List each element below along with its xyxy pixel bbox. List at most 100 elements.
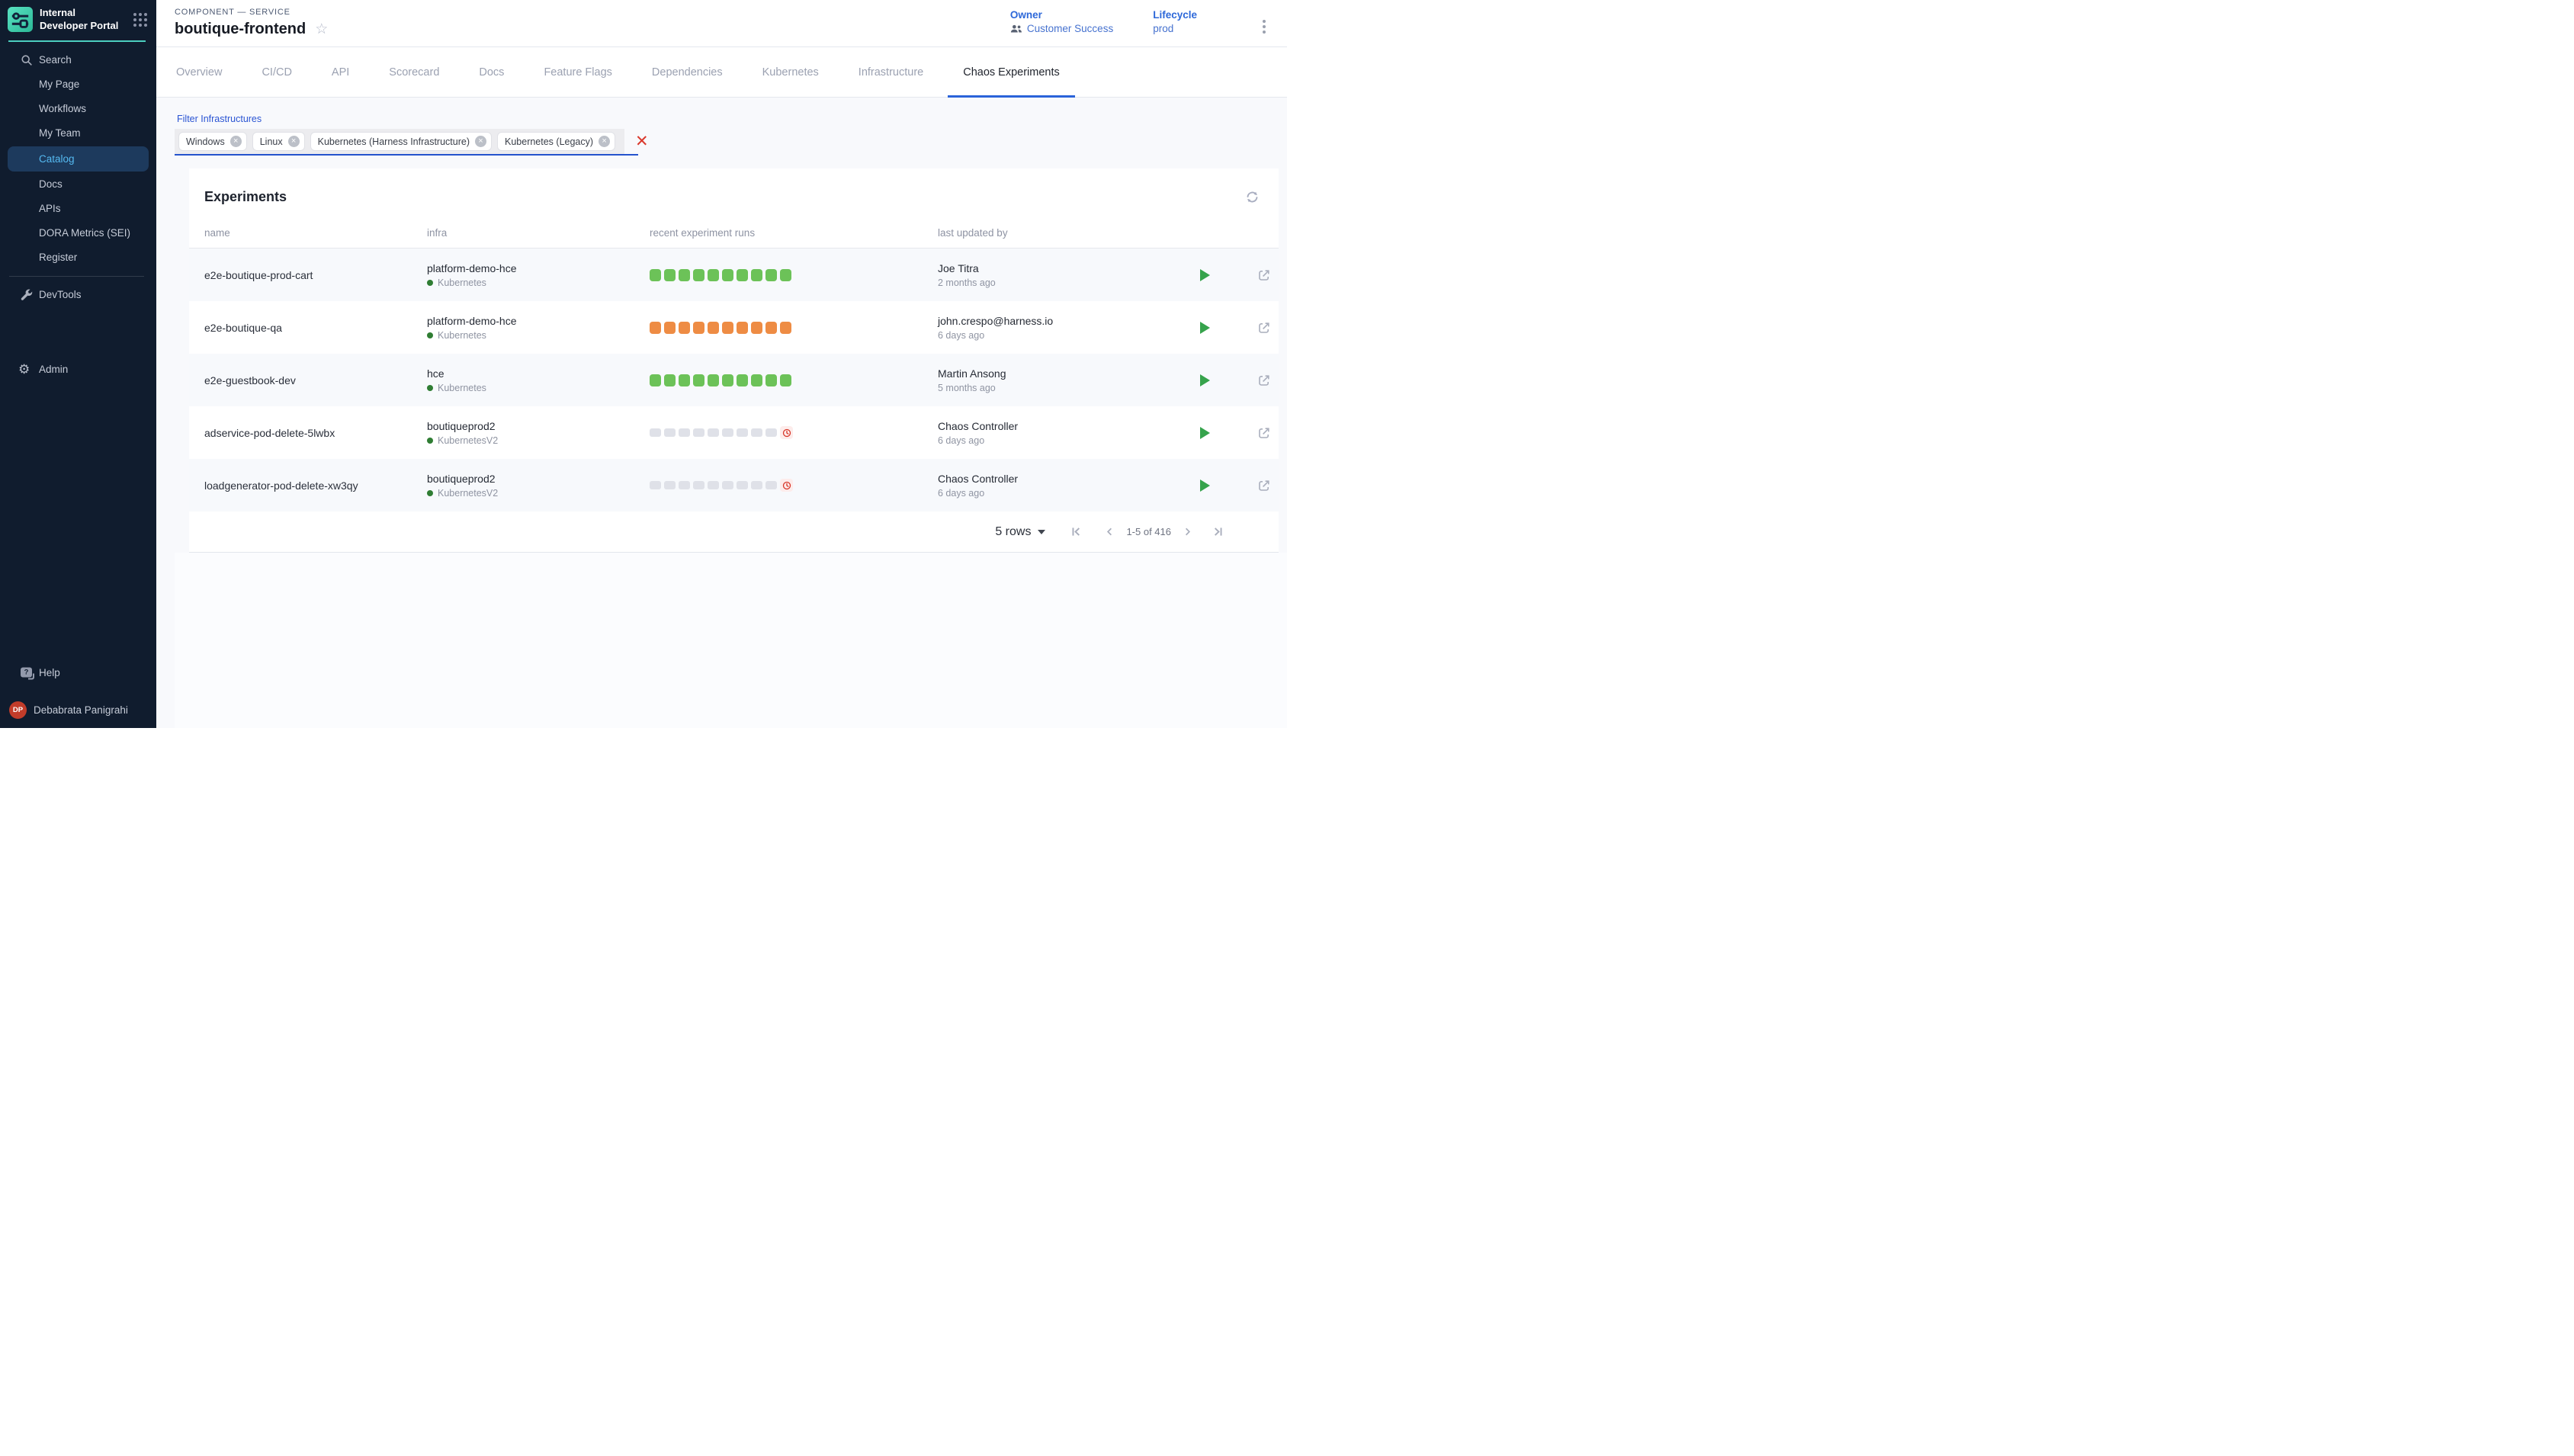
- run-experiment-button[interactable]: [1200, 479, 1210, 492]
- open-in-new-icon[interactable]: [1257, 321, 1271, 335]
- run-status-square: [722, 481, 733, 489]
- tab-feature-flags[interactable]: Feature Flags: [524, 47, 631, 97]
- chip-remove-icon[interactable]: ×: [288, 136, 300, 147]
- infra-status-dot: [427, 280, 433, 286]
- infra-type: Kubernetes: [438, 277, 486, 288]
- updated-by: Martin Ansong: [938, 367, 1197, 380]
- run-status-square: [708, 428, 719, 437]
- run-status-square: [650, 428, 661, 437]
- filter-chip-windows[interactable]: Windows ×: [178, 132, 247, 151]
- sidebar-item-search[interactable]: Search: [0, 48, 156, 72]
- infrastructure-filter-input[interactable]: Windows × Linux × Kubernetes (Harness In…: [175, 129, 624, 154]
- tab-infrastructure[interactable]: Infrastructure: [839, 47, 943, 97]
- infra-name: boutiqueprod2: [427, 420, 650, 432]
- wrench-icon: [21, 289, 33, 301]
- sidebar-item-admin[interactable]: ⚙ Admin: [0, 358, 156, 382]
- sidebar-item-label: DevTools: [39, 289, 82, 300]
- run-experiment-button[interactable]: [1200, 322, 1210, 334]
- more-menu-icon[interactable]: [1258, 15, 1270, 38]
- sidebar-item-devtools[interactable]: DevTools: [0, 283, 156, 307]
- sidebar-item-register[interactable]: Register: [0, 245, 156, 270]
- sidebar-item-my-page[interactable]: My Page: [0, 72, 156, 97]
- filter-chip-kubernetes-harness[interactable]: Kubernetes (Harness Infrastructure) ×: [310, 132, 492, 151]
- sidebar-item-apis[interactable]: APIs: [0, 197, 156, 221]
- sidebar-item-label: APIs: [39, 203, 61, 214]
- run-status-square: [664, 322, 676, 334]
- favorite-star-icon[interactable]: ☆: [315, 22, 328, 37]
- infra-status-dot: [427, 490, 433, 496]
- run-status-square: [664, 428, 676, 437]
- sidebar-item-my-team[interactable]: My Team: [0, 121, 156, 146]
- run-status-square: [737, 322, 748, 334]
- owner-link[interactable]: Customer Success: [1010, 23, 1113, 34]
- run-status-square: [765, 481, 777, 489]
- chip-remove-icon[interactable]: ×: [475, 136, 486, 147]
- table-row: e2e-guestbook-dev hce Kubernetes Martin …: [189, 354, 1279, 406]
- run-status-square: [693, 269, 704, 281]
- tab-dependencies[interactable]: Dependencies: [632, 47, 743, 97]
- sidebar-item-catalog[interactable]: Catalog: [8, 146, 149, 172]
- table-row: loadgenerator-pod-delete-xw3qy boutiquep…: [189, 459, 1279, 512]
- last-page-button[interactable]: [1212, 525, 1224, 538]
- tab-api[interactable]: API: [312, 47, 369, 97]
- filter-chip-kubernetes-legacy[interactable]: Kubernetes (Legacy) ×: [497, 132, 615, 151]
- open-in-new-icon[interactable]: [1257, 268, 1271, 282]
- table-row: e2e-boutique-qa platform-demo-hce Kubern…: [189, 301, 1279, 354]
- infra-status-dot: [427, 438, 433, 444]
- previous-page-button[interactable]: [1104, 526, 1115, 537]
- run-experiment-button[interactable]: [1200, 427, 1210, 439]
- open-in-new-icon[interactable]: [1257, 479, 1271, 492]
- run-squares: [650, 322, 938, 334]
- first-page-button[interactable]: [1070, 525, 1083, 538]
- infra-type: Kubernetes: [438, 383, 486, 393]
- open-in-new-icon[interactable]: [1257, 426, 1271, 440]
- run-squares: [650, 479, 938, 492]
- run-status-square: [679, 374, 690, 386]
- user-menu[interactable]: DP Debabrata Panigrahi: [0, 695, 156, 719]
- run-status-square: [780, 269, 791, 281]
- sidebar-item-label: My Page: [39, 79, 79, 90]
- chip-remove-icon[interactable]: ×: [599, 136, 610, 147]
- tab-docs[interactable]: Docs: [459, 47, 524, 97]
- open-in-new-icon[interactable]: [1257, 374, 1271, 387]
- run-status-square: [722, 322, 733, 334]
- clear-filters-icon[interactable]: ✕: [635, 133, 649, 149]
- sidebar-item-dora-metrics[interactable]: DORA Metrics (SEI): [0, 221, 156, 245]
- refresh-icon[interactable]: [1244, 189, 1260, 205]
- rows-per-page-select[interactable]: 5 rows: [995, 525, 1045, 539]
- run-status-square: [650, 322, 661, 334]
- run-status-square: [722, 428, 733, 437]
- sidebar-item-docs[interactable]: Docs: [0, 172, 156, 197]
- next-page-button[interactable]: [1182, 526, 1193, 537]
- sidebar-item-label: Workflows: [39, 103, 86, 114]
- filter-chip-linux[interactable]: Linux ×: [252, 132, 305, 151]
- run-status-square: [722, 374, 733, 386]
- chip-remove-icon[interactable]: ×: [230, 136, 242, 147]
- run-status-square: [664, 481, 676, 489]
- run-status-square: [679, 322, 690, 334]
- tab-cicd[interactable]: CI/CD: [242, 47, 311, 97]
- run-status-square: [737, 481, 748, 489]
- help-chat-icon: ?: [21, 668, 32, 678]
- content-spacer: [175, 553, 1287, 728]
- sidebar-item-help[interactable]: ? Help: [0, 660, 156, 685]
- run-experiment-button[interactable]: [1200, 269, 1210, 281]
- experiments-heading: Experiments: [204, 189, 287, 205]
- run-status-square: [679, 269, 690, 281]
- run-squares: [650, 269, 938, 281]
- sidebar-nav: Search My Page Workflows My Team Catalog…: [0, 48, 156, 382]
- run-experiment-button[interactable]: [1200, 374, 1210, 386]
- gear-icon: ⚙: [18, 362, 30, 377]
- tab-kubernetes[interactable]: Kubernetes: [743, 47, 839, 97]
- updated-by: john.crespo@harness.io: [938, 315, 1197, 327]
- apps-grid-icon[interactable]: [132, 11, 149, 28]
- pagination: 5 rows 1-5 of 416: [189, 512, 1279, 552]
- tab-scorecard[interactable]: Scorecard: [369, 47, 459, 97]
- app-root: Internal Developer Portal Search My Page…: [0, 0, 1287, 728]
- tab-chaos-experiments[interactable]: Chaos Experiments: [943, 47, 1080, 97]
- table-header: name infra recent experiment runs last u…: [189, 214, 1279, 249]
- sidebar-item-workflows[interactable]: Workflows: [0, 97, 156, 121]
- run-status-square: [693, 428, 704, 437]
- tab-overview[interactable]: Overview: [156, 47, 242, 97]
- infra-name: hce: [427, 367, 650, 380]
